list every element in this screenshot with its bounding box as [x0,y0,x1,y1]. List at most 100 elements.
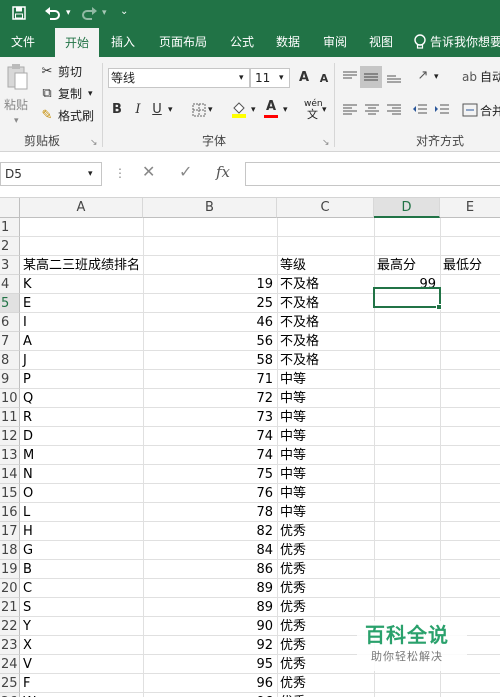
cell-e11[interactable] [443,408,500,427]
column-header-e[interactable]: E [440,198,500,218]
row-header[interactable]: 20 [0,579,20,598]
cell-a15[interactable]: O [23,484,143,503]
cell-a10[interactable]: Q [23,389,143,408]
cell-d15[interactable] [377,484,440,503]
format-painter-icon[interactable]: ✎ [40,107,54,125]
name-box[interactable]: D5 [0,162,102,186]
cell-b10[interactable]: 72 [143,389,277,408]
italic-button[interactable]: I [132,101,144,119]
copy-dropdown-icon[interactable]: ▾ [88,86,93,102]
row-header[interactable]: 24 [0,655,20,674]
undo-icon[interactable] [44,5,62,21]
cell-d19[interactable] [377,560,440,579]
row-header[interactable]: 9 [0,370,20,389]
wrap-text-icon[interactable]: ab [462,68,477,86]
cell-a24[interactable]: V [23,655,143,674]
tab-home[interactable]: 开始 [55,28,99,57]
cell-e5[interactable] [443,294,500,313]
cell-c20[interactable]: 优秀 [280,579,374,598]
merge-center-button[interactable]: 合并 [480,103,500,119]
phonetic-dropdown-icon[interactable]: ▾ [322,102,327,118]
row-header[interactable]: 14 [0,465,20,484]
cell-b16[interactable]: 78 [143,503,277,522]
cell-c7[interactable]: 不及格 [280,332,374,351]
cell-a13[interactable]: M [23,446,143,465]
cell-b17[interactable]: 82 [143,522,277,541]
paste-icon[interactable] [6,63,28,91]
row-header[interactable]: 11 [0,408,20,427]
paste-dropdown-icon[interactable]: ▾ [14,113,19,129]
cell-a16[interactable]: L [23,503,143,522]
tab-insert[interactable]: 插入 [104,27,142,57]
cell-c5[interactable]: 不及格 [280,294,374,313]
align-left-icon[interactable] [342,103,358,117]
column-header-a[interactable]: A [20,198,143,218]
cell-e10[interactable] [443,389,500,408]
cell-b6[interactable]: 46 [143,313,277,332]
cell-a3[interactable]: 某高二三班成绩排名 [23,256,143,275]
cell-c1[interactable] [280,218,374,237]
copy-icon[interactable]: ⧉ [40,85,54,103]
row-header[interactable]: 15 [0,484,20,503]
cell-a20[interactable]: C [23,579,143,598]
tab-review[interactable]: 审阅 [316,27,354,57]
cell-e15[interactable] [443,484,500,503]
tab-file[interactable]: 文件 [0,27,46,57]
cell-d25[interactable] [377,674,440,693]
cancel-icon[interactable]: ✕ [142,164,155,180]
cell-e2[interactable] [443,237,500,256]
increase-font-icon[interactable]: A [297,69,311,87]
cell-a11[interactable]: R [23,408,143,427]
cell-c25[interactable]: 优秀 [280,674,374,693]
cell-e9[interactable] [443,370,500,389]
cell-b24[interactable]: 95 [143,655,277,674]
row-header[interactable]: 25 [0,674,20,693]
copy-button[interactable]: 复制 [58,86,82,102]
cell-b12[interactable]: 74 [143,427,277,446]
save-icon[interactable] [12,6,26,20]
cell-e21[interactable] [443,598,500,617]
cell-d11[interactable] [377,408,440,427]
row-header[interactable]: 4 [0,275,20,294]
cell-c2[interactable] [280,237,374,256]
cell-c11[interactable]: 中等 [280,408,374,427]
fill-color-icon[interactable] [230,100,248,118]
cell-a18[interactable]: G [23,541,143,560]
fill-handle[interactable] [436,304,442,310]
column-header-b[interactable]: B [143,198,277,218]
row-header[interactable]: 3 [0,256,20,275]
cell-a6[interactable]: I [23,313,143,332]
cell-b4[interactable]: 19 [143,275,277,294]
cell-e19[interactable] [443,560,500,579]
insert-function-icon[interactable]: fx [216,164,230,180]
column-header-d[interactable]: D [374,198,440,218]
cell-a14[interactable]: N [23,465,143,484]
cell-c6[interactable]: 不及格 [280,313,374,332]
cell-a8[interactable]: J [23,351,143,370]
cell-e14[interactable] [443,465,500,484]
borders-dropdown-icon[interactable]: ▾ [208,102,213,118]
row-header[interactable]: 8 [0,351,20,370]
cell-c21[interactable]: 优秀 [280,598,374,617]
align-center-icon[interactable] [364,103,380,117]
cell-a25[interactable]: F [23,674,143,693]
cell-d1[interactable] [377,218,440,237]
cell-e13[interactable] [443,446,500,465]
row-header[interactable]: 5 [0,294,20,313]
cell-a22[interactable]: Y [23,617,143,636]
borders-icon[interactable] [192,103,206,117]
formula-input[interactable] [245,162,500,186]
cell-d20[interactable] [377,579,440,598]
cell-e25[interactable] [443,674,500,693]
paste-button[interactable]: 粘贴 [4,97,28,113]
row-header[interactable]: 13 [0,446,20,465]
increase-indent-icon[interactable] [434,103,450,117]
cell-e4[interactable] [443,275,500,294]
cell-e6[interactable] [443,313,500,332]
cell-c4[interactable]: 不及格 [280,275,374,294]
cell-e20[interactable] [443,579,500,598]
row-header[interactable]: 10 [0,389,20,408]
cell-e7[interactable] [443,332,500,351]
cell-b2[interactable] [146,237,277,256]
cell-d18[interactable] [377,541,440,560]
